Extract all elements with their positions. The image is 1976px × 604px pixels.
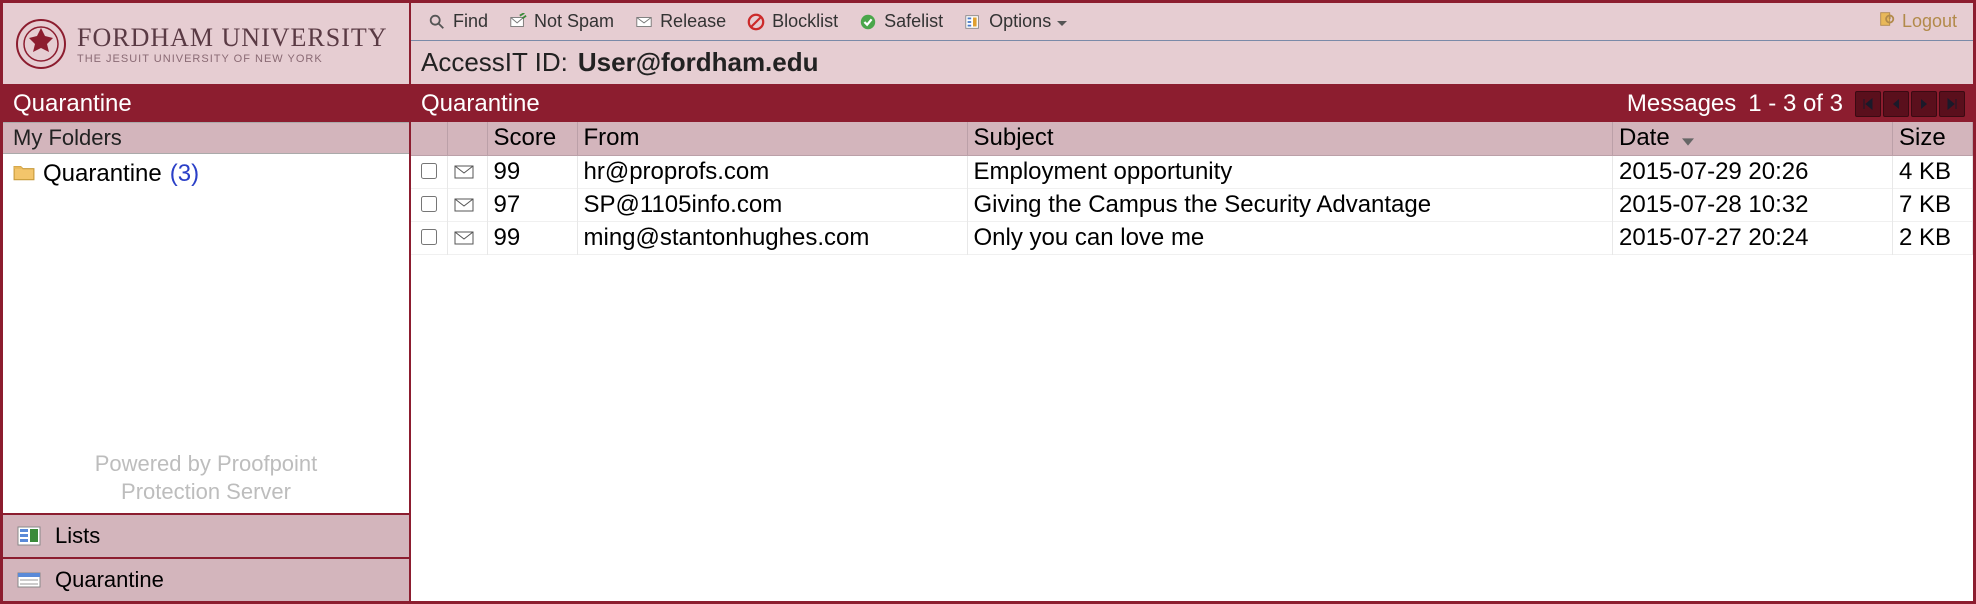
brand-title: FORDHAM UNIVERSITY (77, 23, 397, 53)
pager: Messages 1 - 3 of 3 (1627, 90, 1965, 118)
safelist-label: Safelist (884, 11, 943, 32)
cell-from: SP@1105info.com (577, 188, 967, 221)
envelope-icon (447, 221, 487, 254)
sidebar-nav-quarantine-label: Quarantine (55, 567, 164, 593)
lists-icon (17, 525, 41, 547)
access-id-value: User@fordham.edu (578, 47, 819, 78)
col-date[interactable]: Date (1613, 122, 1893, 155)
brand-subtitle: THE JESUIT UNIVERSITY OF NEW YORK (77, 53, 397, 65)
pager-range: 1 - 3 of 3 (1748, 90, 1843, 118)
cell-date: 2015-07-27 20:24 (1613, 221, 1893, 254)
release-button[interactable]: Release (626, 9, 734, 34)
cell-from: hr@proprofs.com (577, 155, 967, 188)
not-spam-button[interactable]: Not Spam (500, 9, 622, 34)
cell-date: 2015-07-28 10:32 (1613, 188, 1893, 221)
release-icon (634, 12, 654, 32)
folder-icon (13, 160, 35, 188)
powered-by-text: Powered by Proofpoint Protection Server (3, 450, 409, 505)
col-subject[interactable]: Subject (967, 122, 1613, 155)
table-row[interactable]: 99 hr@proprofs.com Employment opportunit… (411, 155, 1973, 188)
pager-label: Messages (1627, 90, 1736, 118)
chevron-down-icon (1057, 11, 1067, 32)
safelist-button[interactable]: Safelist (850, 9, 951, 34)
blocklist-icon (746, 12, 766, 32)
cell-size: 2 KB (1893, 221, 1973, 254)
cell-size: 4 KB (1893, 155, 1973, 188)
quarantine-icon (17, 569, 41, 591)
search-icon (427, 12, 447, 32)
options-icon (963, 12, 983, 32)
main-title: Quarantine (421, 90, 540, 118)
logout-icon (1878, 10, 1896, 33)
sidebar-title: Quarantine (3, 86, 409, 122)
col-score[interactable]: Score (487, 122, 577, 155)
brand-seal-icon (15, 18, 67, 70)
blocklist-button[interactable]: Blocklist (738, 9, 846, 34)
sort-desc-icon (1682, 125, 1694, 153)
access-id-bar: AccessIT ID: User@fordham.edu (411, 41, 1973, 84)
options-label: Options (989, 11, 1051, 32)
message-table: Score From Subject Date Size 99 (411, 122, 1973, 255)
main-area: Quarantine Messages 1 - 3 of 3 (411, 86, 1973, 601)
app-frame: FORDHAM UNIVERSITY THE JESUIT UNIVERSITY… (0, 0, 1976, 604)
not-spam-label: Not Spam (534, 11, 614, 32)
not-spam-icon (508, 12, 528, 32)
envelope-icon (447, 188, 487, 221)
pager-prev-button[interactable] (1883, 91, 1909, 117)
row-checkbox[interactable] (421, 229, 437, 245)
row-checkbox[interactable] (421, 163, 437, 179)
access-id-label: AccessIT ID: (421, 47, 568, 78)
cell-subject: Employment opportunity (967, 155, 1613, 188)
table-row[interactable]: 99 ming@stantonhughes.com Only you can l… (411, 221, 1973, 254)
sidebar-nav-quarantine[interactable]: Quarantine (3, 557, 409, 601)
cell-score: 97 (487, 188, 577, 221)
sidebar-nav-lists[interactable]: Lists (3, 513, 409, 557)
envelope-icon (447, 155, 487, 188)
options-button[interactable]: Options (955, 9, 1075, 34)
cell-score: 99 (487, 221, 577, 254)
release-label: Release (660, 11, 726, 32)
table-header-row: Score From Subject Date Size (411, 122, 1973, 155)
col-from[interactable]: From (577, 122, 967, 155)
logout-label: Logout (1902, 11, 1957, 32)
header-area: Find Not Spam Release (411, 3, 1973, 86)
main-header: Quarantine Messages 1 - 3 of 3 (411, 86, 1973, 122)
sidebar-folder-name: Quarantine (43, 160, 162, 188)
cell-date: 2015-07-29 20:26 (1613, 155, 1893, 188)
blocklist-label: Blocklist (772, 11, 838, 32)
toolbar: Find Not Spam Release (411, 3, 1973, 41)
logout-button[interactable]: Logout (1870, 8, 1965, 35)
sidebar-folder-count: (3) (170, 160, 199, 188)
safelist-icon (858, 12, 878, 32)
row-checkbox[interactable] (421, 196, 437, 212)
find-label: Find (453, 11, 488, 32)
powered-by-line2: Protection Server (3, 478, 409, 506)
sidebar-myfolders-header: My Folders (3, 122, 409, 154)
col-date-label: Date (1619, 124, 1670, 151)
pager-next-button[interactable] (1911, 91, 1937, 117)
cell-score: 99 (487, 155, 577, 188)
col-checkbox[interactable] (411, 122, 447, 155)
pager-first-button[interactable] (1855, 91, 1881, 117)
col-size[interactable]: Size (1893, 122, 1973, 155)
brand-area: FORDHAM UNIVERSITY THE JESUIT UNIVERSITY… (3, 3, 411, 86)
table-row[interactable]: 97 SP@1105info.com Giving the Campus the… (411, 188, 1973, 221)
sidebar-nav-lists-label: Lists (55, 523, 100, 549)
pager-last-button[interactable] (1939, 91, 1965, 117)
cell-size: 7 KB (1893, 188, 1973, 221)
cell-subject: Giving the Campus the Security Advantage (967, 188, 1613, 221)
cell-from: ming@stantonhughes.com (577, 221, 967, 254)
sidebar-folder-quarantine[interactable]: Quarantine (3) (13, 160, 399, 188)
powered-by-line1: Powered by Proofpoint (3, 450, 409, 478)
sidebar: Quarantine My Folders Quarantine (3) Pow… (3, 86, 411, 601)
find-button[interactable]: Find (419, 9, 496, 34)
col-envelope[interactable] (447, 122, 487, 155)
sidebar-folder-area: Quarantine (3) Powered by Proofpoint Pro… (3, 154, 409, 513)
cell-subject: Only you can love me (967, 221, 1613, 254)
